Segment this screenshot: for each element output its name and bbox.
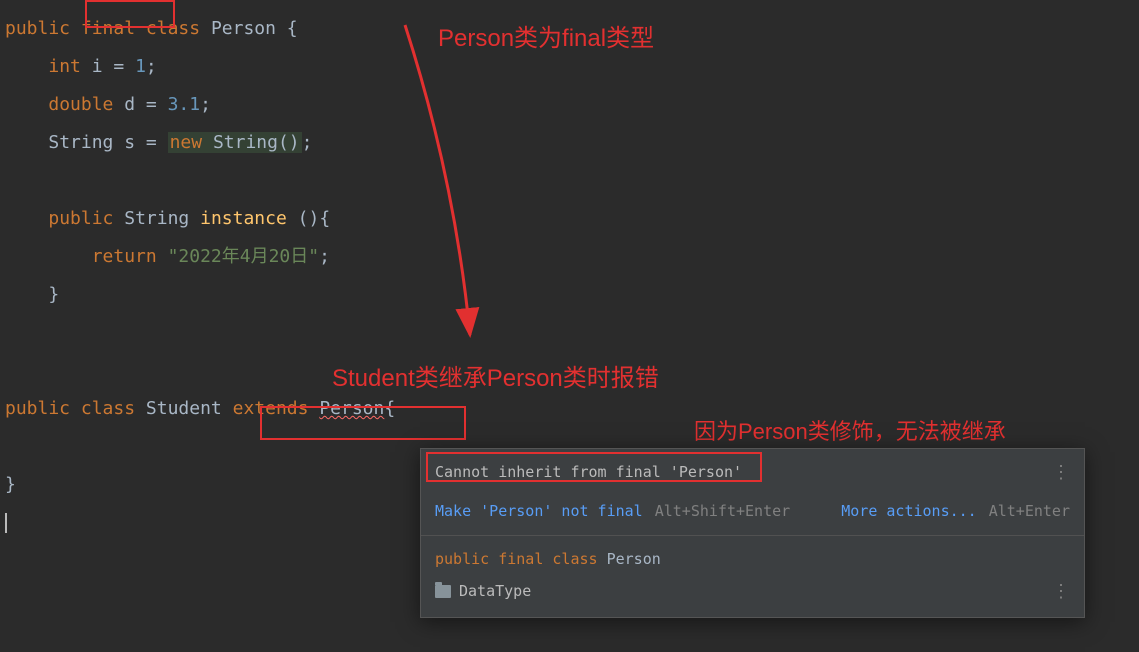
type-int: int xyxy=(48,56,81,77)
code-line: } xyxy=(5,276,1139,314)
code-line: int i = 1; xyxy=(5,48,1139,86)
number-literal: 3.1 xyxy=(168,94,201,115)
var-name: s xyxy=(124,132,135,153)
keyword-return: return xyxy=(92,246,157,267)
keyword-extends: extends xyxy=(233,398,309,419)
annotation-label-3: 因为Person类修饰，无法被继承 xyxy=(694,414,1006,446)
code-line: return "2022年4月20日"; xyxy=(5,238,1139,276)
type-string: String xyxy=(48,132,113,153)
shortcut-label: Alt+Shift+Enter xyxy=(655,500,790,523)
location-label: DataType xyxy=(459,580,531,603)
signature-preview: public final class Person xyxy=(421,536,1084,575)
blank-line xyxy=(5,314,1139,352)
keyword-new: new xyxy=(170,132,203,153)
error-tooltip: Cannot inherit from final 'Person' ⋮ Mak… xyxy=(420,448,1085,618)
blank-line xyxy=(5,162,1139,200)
more-icon[interactable]: ⋮ xyxy=(1052,578,1070,605)
code-line: String s = new String(); xyxy=(5,124,1139,162)
keyword-public: public xyxy=(5,398,70,419)
code-line: public String instance (){ xyxy=(5,200,1139,238)
return-type: String xyxy=(124,208,189,229)
method-name: instance xyxy=(200,208,287,229)
number-literal: 1 xyxy=(135,56,146,77)
more-actions-link[interactable]: More actions... xyxy=(841,500,976,523)
more-icon[interactable]: ⋮ xyxy=(1052,459,1070,486)
folder-icon xyxy=(435,585,451,598)
quickfix-link[interactable]: Make 'Person' not final xyxy=(435,500,643,523)
keyword-final: final xyxy=(81,18,135,39)
class-name: Student xyxy=(146,398,222,419)
shortcut-label: Alt+Enter xyxy=(989,500,1070,523)
keyword-class: class xyxy=(146,18,200,39)
annotation-label-1: Person类为final类型 xyxy=(438,18,654,53)
var-name: i xyxy=(92,56,103,77)
text-caret xyxy=(5,513,7,533)
keyword-class: class xyxy=(81,398,135,419)
error-parent-class: Person xyxy=(319,398,384,419)
keyword-public: public xyxy=(5,18,70,39)
type-double: double xyxy=(48,94,113,115)
ctor: String() xyxy=(213,132,300,153)
brace: { xyxy=(276,18,298,39)
var-name: d xyxy=(124,94,135,115)
keyword-public: public xyxy=(48,208,113,229)
annotation-label-2: Student类继承Person类时报错 xyxy=(332,358,659,393)
error-message: Cannot inherit from final 'Person' xyxy=(435,461,742,484)
class-name: Person xyxy=(211,18,276,39)
string-literal: "2022年4月20日" xyxy=(168,246,320,267)
code-line: double d = 3.1; xyxy=(5,86,1139,124)
